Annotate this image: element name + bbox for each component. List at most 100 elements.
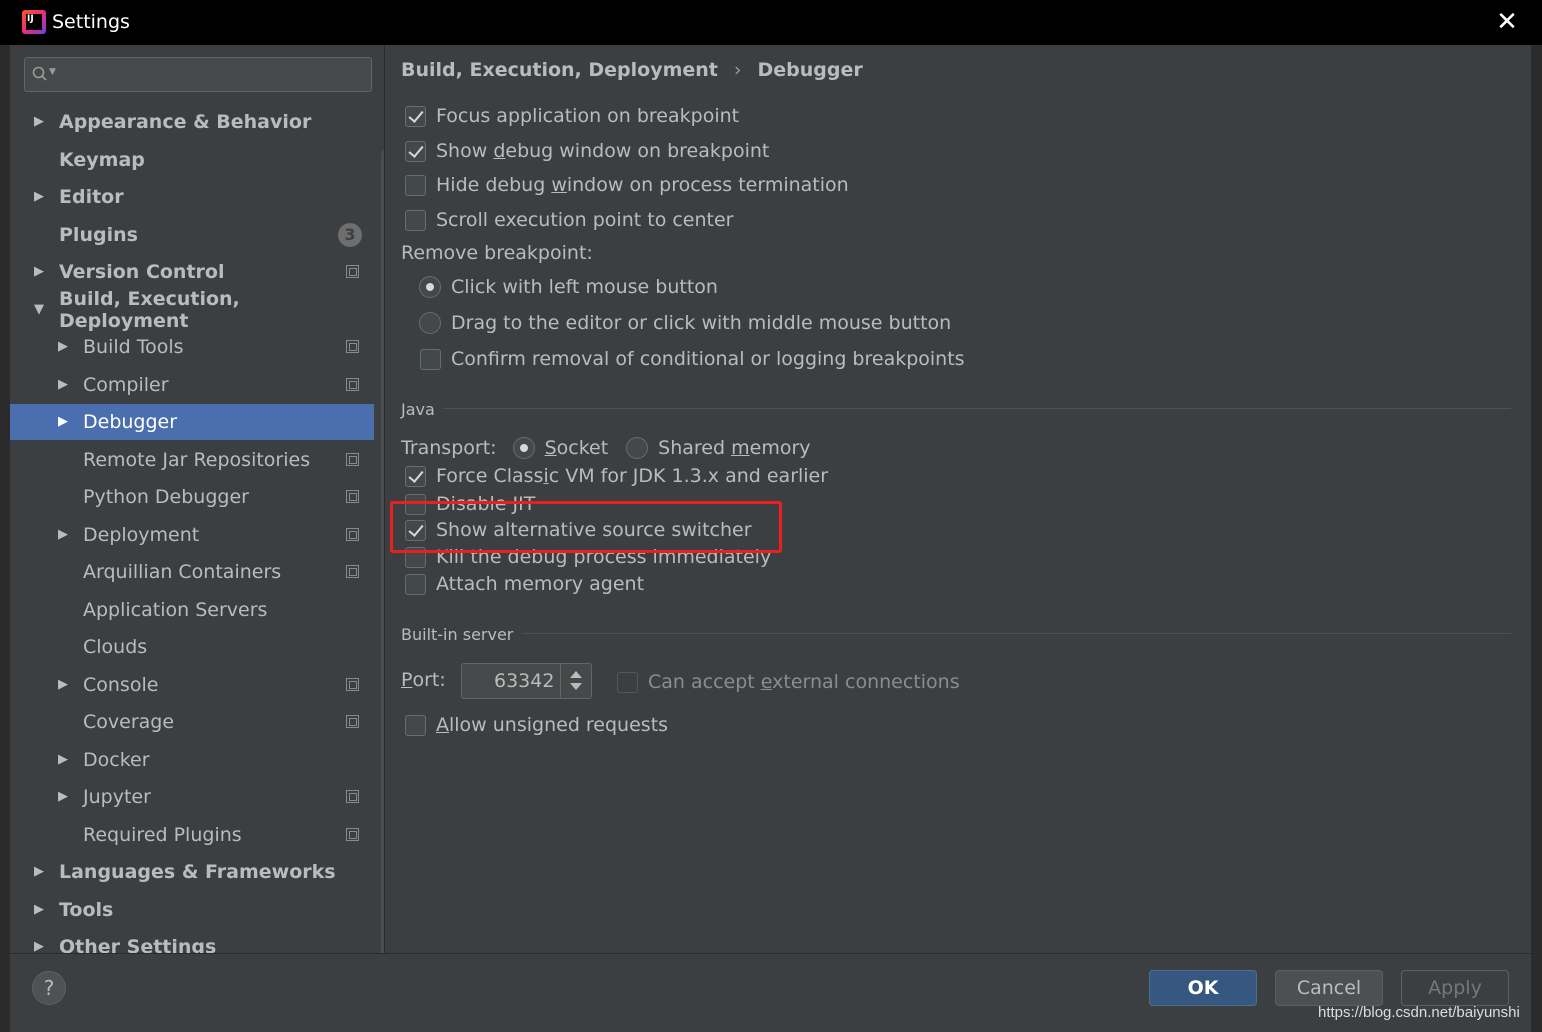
sidebar-item-application-servers[interactable]: Application Servers [10,592,374,628]
sidebar-item-label: Compiler [83,373,169,396]
show-debug-option[interactable]: Show debug window on breakpoint [405,137,769,165]
drag-editor-option[interactable]: Drag to the editor or click with middle … [419,309,951,337]
click-left-option[interactable]: Click with left mouse button [419,273,718,301]
force-classic-label-post: c VM for JDK 1.3.x and earlier [548,465,829,487]
project-settings-icon [346,827,359,841]
shared-memory-mnemonic: m [731,437,750,459]
show-debug-checkbox[interactable] [405,140,426,162]
watermark-url: https://blog.csdn.net/baiyunshi [1318,1004,1520,1021]
sidebar-item-tools[interactable]: ▶ Tools [10,892,374,928]
sidebar-item-remote-jar-repositories[interactable]: Remote Jar Repositories [10,442,374,478]
sidebar-item-label: Application Servers [83,598,268,621]
allow-unsigned-option[interactable]: Allow unsigned requests [405,711,668,739]
sidebar-item-appearance-behavior[interactable]: ▶ Appearance & Behavior [10,104,374,140]
apply-button[interactable]: Apply [1401,970,1509,1006]
project-settings-icon [346,452,359,466]
chevron-right-icon[interactable]: ▶ [58,527,70,542]
chevron-right-icon[interactable]: ▶ [58,340,70,354]
ok-button[interactable]: OK [1149,970,1257,1006]
help-button[interactable]: ? [32,971,66,1005]
accept-external-option[interactable]: Can accept external connections [617,668,960,696]
builtin-server-section-title: Built-in server [401,625,514,644]
attach-memory-checkbox[interactable] [405,573,426,595]
port-label: Port: [401,666,446,694]
chevron-right-icon[interactable]: ▶ [34,940,46,954]
sidebar-item-build-execution-deployment[interactable]: ▼ Build, Execution, Deployment [10,288,374,332]
accept-external-checkbox[interactable] [617,671,638,693]
sidebar-item-deployment[interactable]: ▶ Deployment [10,517,374,553]
sidebar-item-debugger[interactable]: ▶ Debugger [10,404,374,440]
chevron-down-icon[interactable]: ▼ [34,302,46,317]
shared-memory-radio[interactable] [626,437,649,459]
sidebar-item-label: Languages & Frameworks [59,861,336,883]
sidebar-item-docker[interactable]: ▶ Docker [10,742,374,778]
sidebar-item-console[interactable]: ▶ Console [10,667,374,703]
chevron-right-icon[interactable]: ▶ [58,677,70,692]
sidebar-item-required-plugins[interactable]: Required Plugins [10,817,374,853]
sidebar-item-build-tools[interactable]: ▶ Build Tools [10,329,374,365]
sidebar-item-languages-frameworks[interactable]: ▶ Languages & Frameworks [10,854,374,890]
sidebar-item-editor[interactable]: ▶ Editor [10,179,374,215]
sidebar-item-label: Deployment [83,523,200,546]
sidebar-item-arquillian-containers[interactable]: Arquillian Containers [10,554,374,590]
focus-app-checkbox[interactable] [405,105,426,127]
sidebar-item-label: Coverage [83,711,175,733]
spinner-up-icon[interactable] [570,671,582,678]
sidebar-item-plugins[interactable]: Plugins 3 [10,217,374,253]
force-classic-checkbox[interactable] [405,465,426,487]
dialog-footer: ? OK Cancel Apply [10,953,1531,1032]
sidebar-item-clouds[interactable]: Clouds [10,629,374,665]
shared-memory-label-pre: Shared [658,437,732,459]
sidebar-item-label: Jupyter [83,786,151,808]
confirm-removal-option[interactable]: Confirm removal of conditional or loggin… [420,345,965,373]
app-icon-label: IJ [26,14,42,30]
sidebar-item-python-debugger[interactable]: Python Debugger [10,479,374,515]
chevron-right-icon[interactable]: ▶ [34,115,46,129]
sidebar-item-compiler[interactable]: ▶ Compiler [10,367,374,403]
shared-memory-label[interactable]: Shared memory [658,437,810,459]
spinner-down-icon[interactable] [570,683,582,690]
close-icon[interactable]: ✕ [1494,9,1520,35]
sidebar-item-keymap[interactable]: Keymap [10,142,374,178]
chevron-right-icon[interactable]: ▶ [34,865,46,879]
force-classic-option[interactable]: Force Classic VM for JDK 1.3.x and earli… [405,462,828,490]
remove-breakpoint-label: Remove breakpoint: [401,242,593,264]
sidebar-item-label: Required Plugins [83,823,242,846]
drag-editor-radio[interactable] [419,312,441,334]
scroll-exec-option[interactable]: Scroll execution point to center [405,206,734,234]
socket-radio[interactable] [512,437,535,459]
sidebar-item-version-control[interactable]: ▶ Version Control [10,254,374,290]
search-dropdown-icon[interactable]: ▼ [49,67,56,77]
click-left-radio[interactable] [419,276,441,298]
force-classic-label: Force Classic VM for JDK 1.3.x and earli… [436,465,828,487]
hide-debug-checkbox[interactable] [405,174,426,196]
cancel-button[interactable]: Cancel [1275,970,1383,1006]
chevron-right-icon[interactable]: ▶ [34,190,46,204]
port-spinner[interactable]: 63342 [461,663,592,699]
hide-debug-option[interactable]: Hide debug window on process termination [405,171,849,199]
search-input[interactable]: ▼ [24,57,372,92]
chevron-right-icon[interactable]: ▶ [58,377,70,392]
project-settings-icon [346,677,359,691]
sidebar-item-coverage[interactable]: Coverage [10,704,374,740]
shared-memory-label-post: emory [749,437,811,459]
port-spinner-arrows[interactable] [560,664,592,698]
allow-unsigned-checkbox[interactable] [405,714,426,736]
socket-label[interactable]: Socket [545,437,609,459]
confirm-removal-checkbox[interactable] [420,348,441,370]
chevron-right-icon[interactable]: ▶ [58,752,70,767]
focus-app-option[interactable]: Focus application on breakpoint [405,102,739,130]
sidebar-item-other-settings[interactable]: ▶ Other Settings [10,929,374,953]
scroll-exec-checkbox[interactable] [405,209,426,231]
chevron-right-icon[interactable]: ▶ [34,265,46,279]
sidebar-item-jupyter[interactable]: ▶ Jupyter [10,779,374,815]
hide-debug-label-pre: Hide debug [436,174,552,196]
breadcrumb-parent[interactable]: Build, Execution, Deployment [401,59,718,81]
chevron-right-icon[interactable]: ▶ [58,415,70,429]
chevron-right-icon[interactable]: ▶ [58,790,70,804]
attach-memory-option[interactable]: Attach memory agent [405,570,644,598]
hide-debug-label-post: indow on process termination [566,174,849,196]
chevron-right-icon[interactable]: ▶ [34,902,46,917]
port-value[interactable]: 63342 [494,670,554,692]
title-bar: IJ Settings ✕ [0,0,1542,45]
